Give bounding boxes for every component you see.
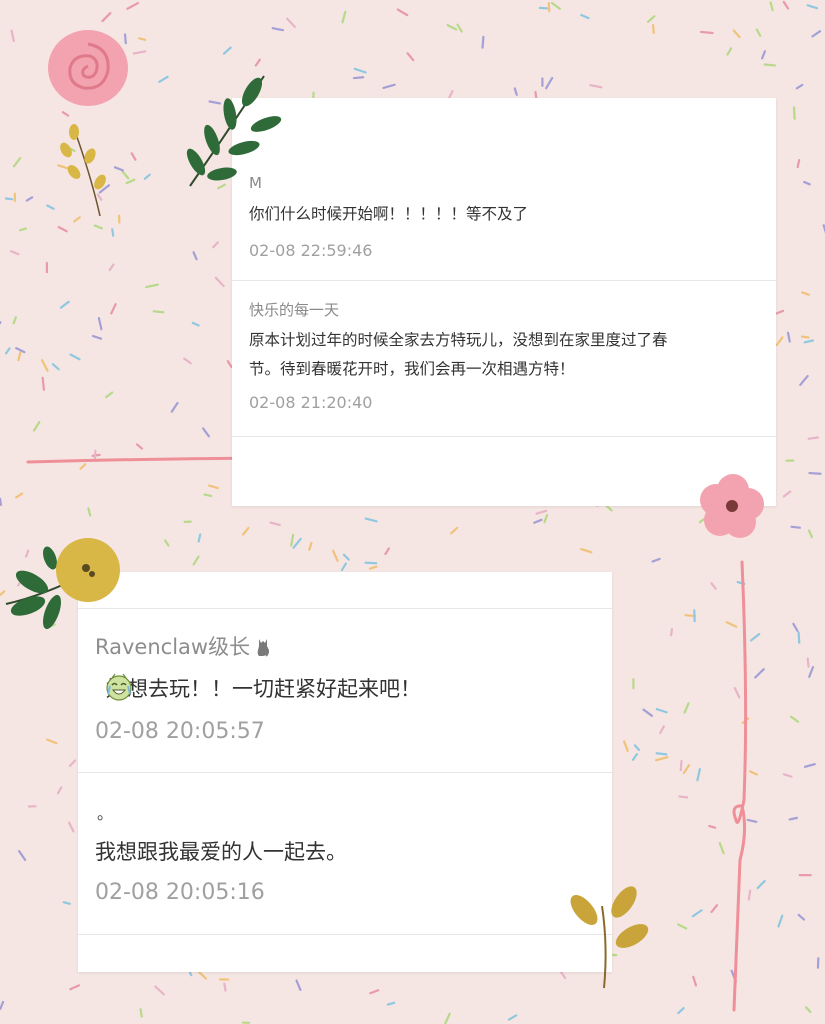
comments-card-bottom: Ravenclaw级长 好想去玩！！一切赶紧好起来吧！ 02-08 20:05:… [78,572,612,972]
comment-text-line: 原本计划过年的时候全家去方特玩儿，没想到在家里度过了春 [249,331,668,349]
comment-item: 快乐的每一天 原本计划过年的时候全家去方特玩儿，没想到在家里度过了春 节。待到春… [232,281,776,437]
comment-author: 。 [97,804,114,823]
yellow-sprig-icon [60,124,106,217]
comment-item: M 你们什么时候开始啊！！！！！等不及了 02-08 22:59:46 [232,98,776,281]
pink-rose-icon [48,30,128,106]
comment-text: 好想去玩！！一切赶紧好起来吧！ [106,677,421,701]
comment-timestamp: 02-08 22:59:46 [249,241,373,260]
comment-item: 。 我想跟我最爱的人一起去。 02-08 20:05:16 [78,772,612,935]
comment-text: 你们什么时候开始啊！！！！！等不及了 [249,205,529,223]
crying-laughing-face-icon [106,673,132,701]
pink-flower-icon [700,474,764,538]
comments-card-top: M 你们什么时候开始啊！！！！！等不及了 02-08 22:59:46 快乐的每… [232,98,776,506]
yellow-flower-icon [5,538,120,630]
comment-timestamp: 02-08 20:05:16 [95,880,265,905]
comment-text: 我想跟我最爱的人一起去。 [95,840,347,864]
comment-text: 原本计划过年的时候全家去方特玩儿，没想到在家里度过了春 节。待到春暖花开时，我们… [249,326,764,384]
cat-icon [257,639,270,657]
comment-author: 快乐的每一天 [249,301,340,319]
gold-leaf-sprig-icon [570,886,649,989]
comment-timestamp: 02-08 20:05:57 [95,719,265,744]
comment-text-line: 节。待到春暖花开时，我们会再一次相遇方特！ [249,360,575,378]
comment-timestamp: 02-08 21:20:40 [249,393,373,412]
comment-item: Ravenclaw级长 好想去玩！！一切赶紧好起来吧！ 02-08 20:05:… [78,608,612,773]
green-leaf-branch-icon [186,75,282,187]
